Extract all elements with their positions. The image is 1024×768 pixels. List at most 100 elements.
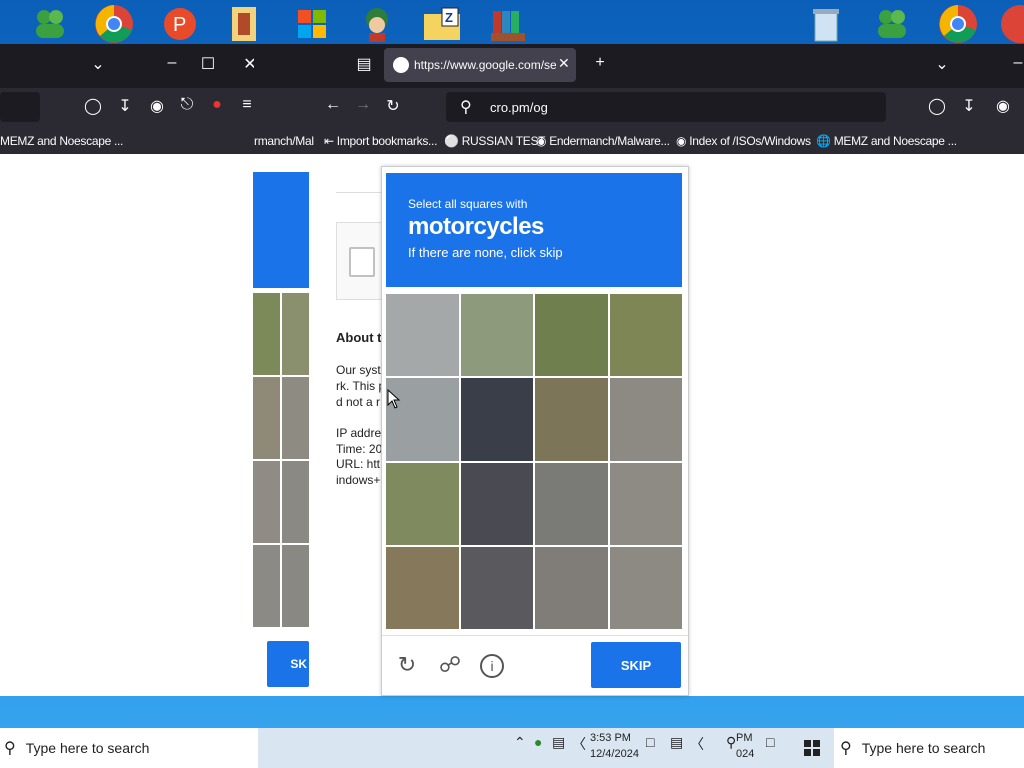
search-icon: ⚲: [840, 740, 852, 757]
grid-tile[interactable]: [609, 546, 682, 629]
grid-tile[interactable]: [386, 294, 459, 377]
app-icon[interactable]: [1000, 4, 1024, 44]
grid-tile[interactable]: [253, 461, 280, 543]
bookmark-item[interactable]: 🌐 MEMZ and Noescape ...: [816, 134, 957, 148]
grid-tile[interactable]: [253, 293, 280, 375]
grid-tile[interactable]: [460, 378, 533, 461]
skip-button[interactable]: SKIP: [591, 642, 681, 688]
bookmark-item[interactable]: rmanch/Mal: [254, 134, 314, 148]
search-icon: ⚲: [460, 99, 472, 116]
taskbar-search-box[interactable]: ⚲ Type here to search: [0, 728, 258, 768]
network-icon[interactable]: ▤: [670, 734, 683, 751]
grid-tile[interactable]: [386, 546, 459, 629]
skip-button-partial[interactable]: SK: [267, 641, 309, 687]
grid-tile[interactable]: [460, 462, 533, 545]
winrar-icon[interactable]: [222, 4, 266, 44]
grid-tile[interactable]: [460, 546, 533, 629]
grid-tile[interactable]: [535, 294, 608, 377]
headphones-icon[interactable]: ☍: [437, 652, 463, 678]
volume-icon[interactable]: 〈: [690, 734, 704, 754]
tab-google[interactable]: https://www.google.com/sear ✕: [384, 48, 576, 82]
chevron-down-icon[interactable]: ⌄: [86, 54, 110, 74]
grid-tile[interactable]: [253, 377, 280, 459]
clock[interactable]: 3:53 PM 12/4/2024: [590, 730, 639, 762]
clock-date: 12/4/2024: [590, 748, 639, 760]
clock-time: PM: [736, 732, 753, 744]
grid-tile[interactable]: [609, 294, 682, 377]
account-icon[interactable]: ◉: [146, 96, 168, 116]
forward-icon[interactable]: →: [352, 96, 374, 114]
printer-icon[interactable]: ▤: [552, 734, 565, 751]
bookmark-item[interactable]: ⇤ Import bookmarks...: [324, 134, 437, 148]
grid-tile[interactable]: [535, 546, 608, 629]
zip-icon[interactable]: Z: [420, 4, 464, 44]
right-browser-window: ▤ https://www.google.com/sear ✕ + ⌄ – ← …: [254, 44, 1024, 156]
pocket-icon[interactable]: ◯: [926, 96, 948, 116]
grid-tile[interactable]: [535, 378, 608, 461]
chevron-up-icon[interactable]: ⌃: [514, 734, 526, 751]
search-icon[interactable]: ⚲: [726, 734, 736, 751]
grid-tile[interactable]: [460, 294, 533, 377]
chrome-icon[interactable]: [92, 4, 136, 44]
maximize-button[interactable]: ☐: [196, 54, 220, 74]
bookmark-item[interactable]: MEMZ and Noescape ...: [0, 134, 123, 148]
captcha-footer: ↻ ☍ i SKIP: [382, 635, 688, 696]
people-icon[interactable]: ●: [534, 734, 542, 750]
taskbar-left: ⚲ Type here to search ⌃ ● ▤ 〈 3:53 PM 12…: [0, 728, 716, 768]
bookmark-item[interactable]: ◉ Index of /ISOs/Windows: [676, 134, 811, 148]
bookmark-item[interactable]: ◉ Endermanch/Malware...: [536, 134, 670, 148]
recaptcha-checkbox[interactable]: [349, 247, 375, 277]
security-shield-icon[interactable]: [290, 4, 334, 44]
search-placeholder: Type here to search: [861, 740, 986, 756]
close-tab-icon[interactable]: ✕: [558, 55, 570, 72]
download-icon[interactable]: ↧: [114, 96, 136, 116]
grid-tile[interactable]: [282, 293, 309, 375]
character-icon[interactable]: [355, 4, 399, 44]
minimize-button[interactable]: –: [1006, 54, 1024, 72]
reload-icon[interactable]: ↻: [394, 652, 420, 678]
svg-text:P: P: [173, 14, 186, 36]
url-bar[interactable]: [0, 92, 40, 122]
new-tab-button[interactable]: +: [588, 54, 612, 72]
grid-tile[interactable]: [609, 462, 682, 545]
notification-icon[interactable]: □: [646, 734, 654, 750]
chevron-down-icon[interactable]: ⌄: [930, 54, 954, 74]
speaker-icon[interactable]: 〈: [572, 734, 586, 754]
minimize-button[interactable]: –: [160, 54, 184, 72]
books-icon[interactable]: [486, 4, 530, 44]
tab-list-icon[interactable]: ▤: [352, 54, 376, 74]
pocket-icon[interactable]: ◯: [82, 96, 104, 116]
clock-partial[interactable]: PM 024: [736, 730, 754, 762]
account-icon[interactable]: ◉: [992, 96, 1014, 116]
bookmarks-bar: rmanch/Mal ⇤ Import bookmarks... ⚪ RUSSI…: [254, 126, 1024, 156]
grid-tile[interactable]: [282, 545, 309, 627]
ip-line: IP addre: [336, 426, 382, 440]
notification-icon[interactable]: □: [766, 734, 774, 750]
recycle-bin-icon[interactable]: [804, 4, 848, 44]
search-placeholder: Type here to search: [25, 740, 150, 756]
info-icon[interactable]: i: [480, 654, 504, 678]
taskbar-search-box[interactable]: ⚲ Type here to search: [834, 728, 1024, 768]
grid-tile[interactable]: [609, 378, 682, 461]
app-icon[interactable]: P: [158, 4, 202, 44]
back-icon[interactable]: ←: [322, 96, 344, 114]
people-icon[interactable]: [870, 4, 914, 44]
grid-tile[interactable]: [282, 461, 309, 543]
chrome-icon[interactable]: [936, 4, 980, 44]
addon-icon[interactable]: ●: [206, 96, 228, 114]
bookmark-item[interactable]: ⚪ RUSSIAN TEST: [444, 134, 546, 148]
grid-tile[interactable]: [535, 462, 608, 545]
captcha-target: motorcycles: [408, 213, 544, 240]
grid-tile[interactable]: [253, 545, 280, 627]
captcha-header-partial: [253, 172, 309, 288]
grid-tile[interactable]: [386, 462, 459, 545]
url-bar[interactable]: ⚲ cro.pm/og: [446, 92, 886, 122]
reload-icon[interactable]: ↻: [382, 96, 404, 116]
download-icon[interactable]: ↧: [958, 96, 980, 116]
extension-icon[interactable]: ⎋: [176, 96, 198, 114]
request-info: IP addre Time: 20 URL: htt indows+: [336, 426, 382, 488]
windows-start-icon[interactable]: [804, 740, 820, 756]
bookmark-label: Import bookmarks...: [336, 134, 438, 148]
grid-tile[interactable]: [282, 377, 309, 459]
people-icon[interactable]: [28, 4, 72, 44]
